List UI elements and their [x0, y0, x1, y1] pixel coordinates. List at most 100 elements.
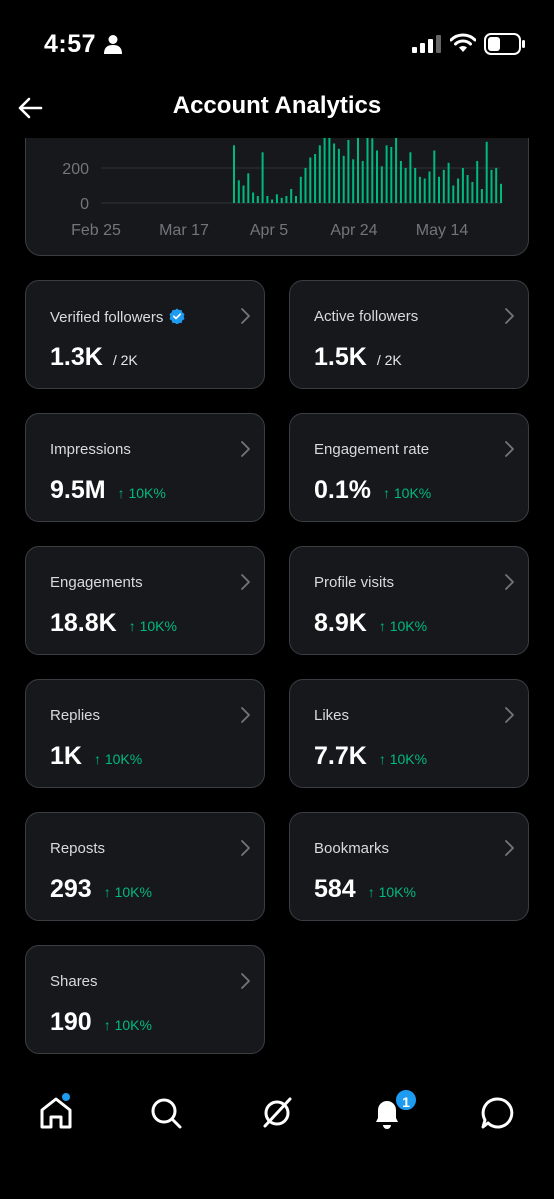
chart-bar: [390, 147, 393, 203]
verified-badge-icon: [169, 308, 185, 324]
chart-bar: [371, 138, 374, 204]
chart-bar: [457, 178, 460, 203]
metric-value-row: 584 ↑ 10K%: [314, 875, 416, 904]
metric-card-engagement-rate[interactable]: Engagement rate 0.1% ↑ 10K%: [289, 413, 529, 522]
chart-bar: [285, 196, 288, 203]
metric-card-replies[interactable]: Replies 1K ↑ 10K%: [25, 679, 265, 788]
metric-label-text: Verified followers: [50, 309, 164, 326]
metric-value-row: 293 ↑ 10K%: [50, 875, 152, 904]
metric-value-row: 0.1% ↑ 10K%: [314, 476, 431, 505]
metric-card-active-followers[interactable]: Active followers 1.5K / 2K: [289, 280, 529, 389]
metric-label-text: Replies: [50, 707, 101, 724]
chart-bar: [404, 168, 407, 203]
metric-label: Profile visits: [314, 574, 394, 591]
metric-value: 1K: [50, 742, 82, 770]
metric-label: Shares: [50, 973, 98, 990]
metric-value: 1.3K: [50, 343, 103, 371]
metric-card-likes[interactable]: Likes 7.7K ↑ 10K%: [289, 679, 529, 788]
metric-value-row: 9.5M ↑ 10K%: [50, 476, 166, 505]
chart-bar: [423, 178, 426, 203]
chart-bar: [290, 189, 293, 203]
chart-bar: [337, 148, 340, 204]
metric-label-text: Impressions: [50, 441, 131, 458]
grok-icon[interactable]: [257, 1093, 297, 1133]
person-icon: [104, 35, 122, 54]
metric-change: ↑ 10K%: [378, 618, 428, 634]
metric-change: ↑ 10K%: [382, 485, 432, 501]
chart-bar: [461, 168, 464, 203]
notification-badge: 1: [394, 1088, 418, 1112]
chart-bar: [466, 175, 469, 203]
chart-bar: [447, 162, 450, 204]
metric-value-row: 18.8K ↑ 10K%: [50, 609, 177, 638]
metric-card-shares[interactable]: Shares 190 ↑ 10K%: [25, 945, 265, 1054]
metric-card-impressions[interactable]: Impressions 9.5M ↑ 10K%: [25, 413, 265, 522]
chart-bar: [318, 145, 321, 203]
chart-bar: [385, 145, 388, 203]
chart-bar: [428, 171, 431, 203]
metric-value: 18.8K: [50, 609, 117, 637]
header: Account Analytics: [0, 80, 554, 138]
metric-value: 1.5K: [314, 343, 367, 371]
metric-card-reposts[interactable]: Reposts 293 ↑ 10K%: [25, 812, 265, 921]
metric-change: ↑ 10K%: [367, 884, 416, 900]
chart-bar: [471, 182, 474, 203]
metric-value-row: 8.9K ↑ 10K%: [314, 609, 427, 638]
metric-label-text: Profile visits: [314, 574, 395, 591]
chart-bar: [361, 161, 364, 203]
page-title: Account Analytics: [172, 92, 382, 119]
x-tick-label: Mar 17: [159, 222, 209, 239]
home-icon[interactable]: [36, 1093, 76, 1133]
metric-value: 0.1%: [314, 476, 371, 504]
x-tick-label: May 14: [416, 222, 469, 239]
metric-label: Verified followers: [50, 308, 185, 326]
metric-change: ↑ 10K%: [103, 884, 152, 900]
chart-bar: [433, 150, 436, 203]
metric-value: 7.7K: [314, 742, 367, 770]
wifi-icon: [450, 33, 476, 52]
y-tick-label: 0: [80, 196, 89, 213]
chart-bar: [328, 133, 331, 203]
chart-bar: [476, 161, 479, 203]
metric-label-text: Shares: [50, 973, 98, 990]
chart-bar: [438, 176, 440, 204]
metric-card-bookmarks[interactable]: Bookmarks 584 ↑ 10K%: [289, 812, 529, 921]
chart-bar: [261, 152, 264, 204]
battery-icon: [484, 33, 525, 55]
chart-bar: [352, 159, 355, 204]
chart-bar: [376, 150, 378, 203]
metric-value: 190: [50, 1008, 92, 1036]
chart-bar: [500, 183, 502, 204]
chart-bar: [309, 157, 312, 203]
metric-value: 293: [50, 875, 92, 903]
bottom-nav: [0, 1075, 554, 1155]
search-icon[interactable]: [146, 1093, 186, 1133]
chart-bar: [395, 136, 398, 203]
metric-value-row: 1K ↑ 10K%: [50, 742, 142, 771]
metric-card-verified-followers[interactable]: Verified followers 1.3K / 2K: [25, 280, 265, 389]
chart-bar: [314, 154, 317, 203]
metric-value-row: 1.5K / 2K: [314, 343, 402, 372]
chart-bar: [480, 189, 483, 203]
x-tick-label: Apr 24: [330, 222, 377, 239]
chevron-right-icon: [505, 308, 514, 324]
messages-icon[interactable]: [478, 1093, 518, 1133]
metric-card-engagements[interactable]: Engagements 18.8K ↑ 10K%: [25, 546, 265, 655]
chart-bar: [275, 194, 278, 204]
chart-bar: [399, 161, 402, 203]
chart-bar: [409, 152, 412, 204]
metric-card-profile-visits[interactable]: Profile visits 8.9K ↑ 10K%: [289, 546, 529, 655]
chart-bar: [299, 176, 302, 204]
chevron-right-icon: [241, 441, 250, 457]
chevron-right-icon: [505, 441, 514, 457]
x-tick-label: Apr 5: [250, 222, 288, 239]
metric-label-text: Engagements: [50, 574, 143, 591]
metric-change: ↑ 10K%: [93, 751, 143, 767]
x-tick-label: Feb 25: [71, 222, 121, 239]
metric-value-row: 190 ↑ 10K%: [50, 1008, 152, 1037]
chart-bar: [304, 168, 307, 203]
metric-label: Likes: [314, 707, 349, 724]
chart-bar: [247, 173, 250, 203]
metric-label: Impressions: [50, 441, 131, 458]
metric-value-row: 7.7K ↑ 10K%: [314, 742, 427, 771]
